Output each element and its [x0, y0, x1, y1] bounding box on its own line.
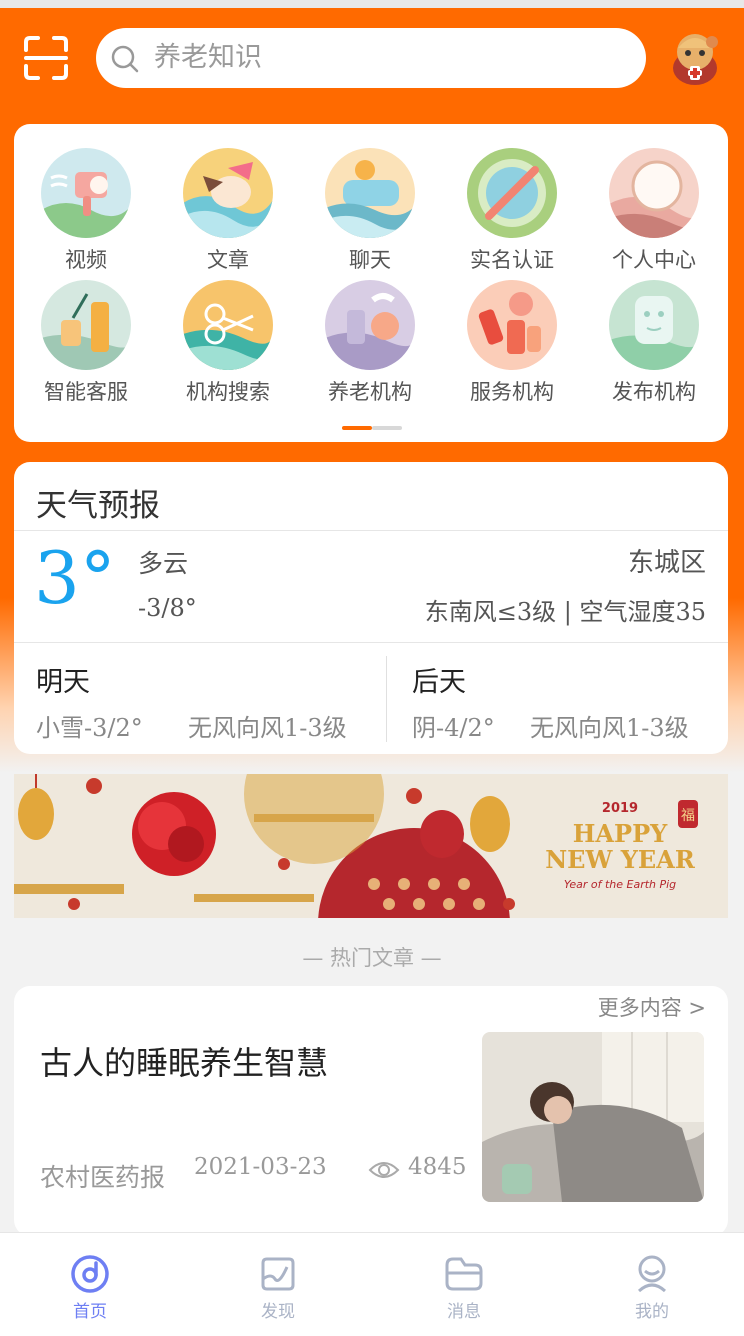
day-after-title: 后天 [412, 667, 466, 698]
article-date: 2021-03-23 [194, 1154, 327, 1180]
grid-label-elderly-institution: 养老机构 [328, 380, 412, 404]
grid-label-article: 文章 [207, 248, 249, 272]
message-icon [445, 1257, 483, 1291]
bottom-tab-bar: 首页 发现 消息 我的 [0, 1232, 744, 1336]
grid-label-institution-search: 机构搜索 [186, 380, 270, 404]
tab-mine[interactable]: 我的 [592, 1233, 712, 1336]
publish-institution-icon [609, 280, 699, 370]
avatar[interactable] [666, 28, 724, 88]
more-link[interactable]: 更多内容 > [598, 992, 706, 1022]
grid-item-institution-search[interactable]: 机构搜索 [163, 280, 293, 410]
banner-line1: HAPPY [573, 819, 668, 848]
banner-subtitle: Year of the Earth Pig [564, 878, 676, 891]
tomorrow-condition: 小雪-3/2° [36, 714, 143, 742]
promo-banner[interactable]: 福 2019 HAPPY NEW YEAR Year of the Earth … [14, 774, 728, 918]
tomorrow-wind: 无风向风1-3级 [188, 714, 347, 742]
grid-item-service-bot[interactable]: 智能客服 [21, 280, 151, 410]
weather-condition: 多云 [138, 549, 189, 578]
elderly-institution-icon [325, 280, 415, 370]
verify-icon [467, 148, 557, 238]
article-title[interactable]: 古人的睡眠养生智慧 [40, 1038, 328, 1084]
article-card[interactable]: 更多内容 > 古人的睡眠养生智慧 农村医药报 2021-03-23 4845 [14, 986, 728, 1236]
profile-icon [609, 148, 699, 238]
page-dot-active [342, 426, 372, 430]
tab-discover[interactable]: 发现 [218, 1233, 338, 1336]
banner-year: 2019 [602, 801, 638, 816]
tab-messages-label: 消息 [447, 1302, 481, 1322]
grid-item-article[interactable]: 文章 [163, 148, 293, 278]
divider [14, 642, 728, 643]
tab-mine-label: 我的 [635, 1302, 669, 1322]
institution-search-icon [183, 280, 273, 370]
status-strip [0, 0, 744, 8]
grid-item-profile[interactable]: 个人中心 [589, 148, 719, 278]
grid-item-service-institution[interactable]: 服务机构 [447, 280, 577, 410]
scan-icon[interactable] [22, 34, 70, 82]
grid-label-service-institution: 服务机构 [470, 380, 554, 404]
grid-label-video: 视频 [65, 248, 107, 272]
tab-messages[interactable]: 消息 [404, 1233, 524, 1336]
day-after-wind: 无风向风1-3级 [530, 714, 689, 742]
divider [14, 530, 728, 531]
grid-item-video[interactable]: 视频 [21, 148, 151, 278]
section-title: — 热门文章 — [302, 946, 442, 970]
home-icon [71, 1255, 109, 1293]
tab-home[interactable]: 首页 [30, 1233, 150, 1336]
eye-icon [368, 1158, 400, 1182]
grid-item-elderly-institution[interactable]: 养老机构 [305, 280, 435, 410]
grid-item-publish-institution[interactable]: 发布机构 [589, 280, 719, 410]
article-thumbnail[interactable] [482, 1032, 704, 1202]
mine-icon [637, 1255, 667, 1293]
search-icon [110, 44, 140, 74]
grid-label-chat: 聊天 [349, 248, 391, 272]
temperature-range: -3/8° [138, 594, 197, 622]
service-bot-icon [41, 280, 131, 370]
wind-humidity: 东南风≤3级 | 空气湿度35 [424, 598, 706, 626]
video-icon [41, 148, 131, 238]
tab-home-label: 首页 [73, 1302, 107, 1322]
grid-item-chat[interactable]: 聊天 [305, 148, 435, 278]
grid-item-verify[interactable]: 实名认证 [447, 148, 577, 278]
banner-line2: NEW YEAR [545, 845, 696, 874]
service-institution-icon [467, 280, 557, 370]
chat-icon [325, 148, 415, 238]
weather-title: 天气预报 [36, 488, 160, 524]
grid-label-verify: 实名认证 [470, 248, 554, 272]
weather-card[interactable]: 天气预报 3° 多云 -3/8° 东城区 东南风≤3级 | 空气湿度35 明天 … [14, 462, 728, 754]
tab-discover-label: 发现 [261, 1302, 295, 1322]
day-after-condition: 阴-4/2° [412, 714, 495, 742]
district: 东城区 [627, 548, 706, 578]
search-input[interactable]: 养老知识 [96, 28, 646, 88]
page-indicator [342, 426, 402, 430]
divider [386, 656, 387, 742]
grid-label-publish-institution: 发布机构 [612, 380, 696, 404]
current-temperature: 3° [34, 536, 116, 620]
discover-icon [261, 1257, 295, 1291]
feature-grid: 视频 文章 聊天 实名认证 个人中心 智能客服 机构搜索 养老机构 服务机构 发… [14, 124, 728, 442]
tomorrow-title: 明天 [36, 667, 90, 698]
grid-label-profile: 个人中心 [612, 248, 696, 272]
search-placeholder: 养老知识 [154, 42, 262, 73]
banner-fu: 福 [681, 808, 695, 824]
article-views: 4845 [408, 1154, 467, 1180]
grid-label-service-bot: 智能客服 [44, 380, 128, 404]
article-source: 农村医药报 [40, 1163, 166, 1192]
page-dot [372, 426, 402, 430]
article-icon [183, 148, 273, 238]
